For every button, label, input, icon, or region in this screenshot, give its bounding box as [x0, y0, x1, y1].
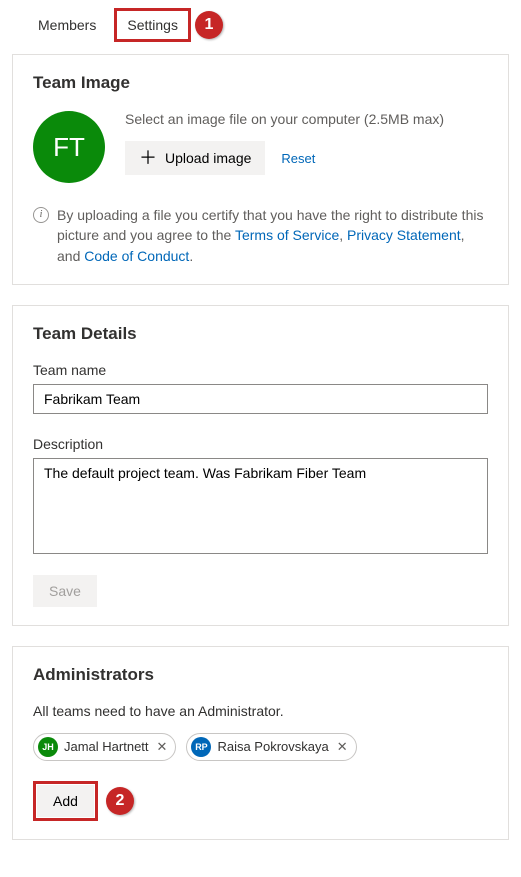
upload-image-button[interactable]: ＋ Upload image [125, 141, 265, 175]
description-label: Description [33, 436, 488, 452]
save-button[interactable]: Save [33, 575, 97, 607]
team-details-card: Team Details Team name Description The d… [12, 305, 509, 626]
remove-icon[interactable]: ✕ [337, 739, 348, 755]
callout-1: 1 [195, 11, 223, 39]
tab-settings[interactable]: Settings [114, 8, 191, 42]
tab-bar: Members Settings 1 [12, 8, 509, 42]
admin-name: Raisa Pokrovskaya [217, 739, 328, 754]
team-name-input[interactable] [33, 384, 488, 414]
tab-members[interactable]: Members [28, 11, 106, 39]
admin-chip[interactable]: JH Jamal Hartnett ✕ [33, 733, 176, 761]
team-details-heading: Team Details [33, 324, 488, 344]
add-admin-button[interactable]: Add [37, 785, 94, 817]
plus-icon: ＋ [139, 149, 157, 167]
reset-link[interactable]: Reset [281, 151, 315, 166]
administrators-card: Administrators All teams need to have an… [12, 646, 509, 840]
add-highlight-box: Add [33, 781, 98, 821]
administrators-desc: All teams need to have an Administrator. [33, 703, 488, 719]
team-name-label: Team name [33, 362, 488, 378]
description-textarea[interactable]: The default project team. Was Fabrikam F… [33, 458, 488, 554]
admin-chip[interactable]: RP Raisa Pokrovskaya ✕ [186, 733, 356, 761]
upload-certify-text: By uploading a file you certify that you… [57, 205, 488, 266]
upload-image-label: Upload image [165, 150, 251, 166]
privacy-statement-link[interactable]: Privacy Statement [347, 227, 461, 243]
team-avatar: FT [33, 111, 105, 183]
info-icon: i [33, 207, 49, 223]
code-of-conduct-link[interactable]: Code of Conduct [84, 248, 189, 264]
callout-2: 2 [106, 787, 134, 815]
team-image-heading: Team Image [33, 73, 488, 93]
avatar: RP [191, 737, 211, 757]
team-image-card: Team Image FT Select an image file on yo… [12, 54, 509, 285]
avatar: JH [38, 737, 58, 757]
terms-of-service-link[interactable]: Terms of Service [235, 227, 339, 243]
remove-icon[interactable]: ✕ [157, 739, 168, 755]
upload-helper-text: Select an image file on your computer (2… [125, 111, 488, 127]
admin-chip-list: JH Jamal Hartnett ✕ RP Raisa Pokrovskaya… [33, 733, 488, 761]
admin-name: Jamal Hartnett [64, 739, 149, 754]
administrators-heading: Administrators [33, 665, 488, 685]
